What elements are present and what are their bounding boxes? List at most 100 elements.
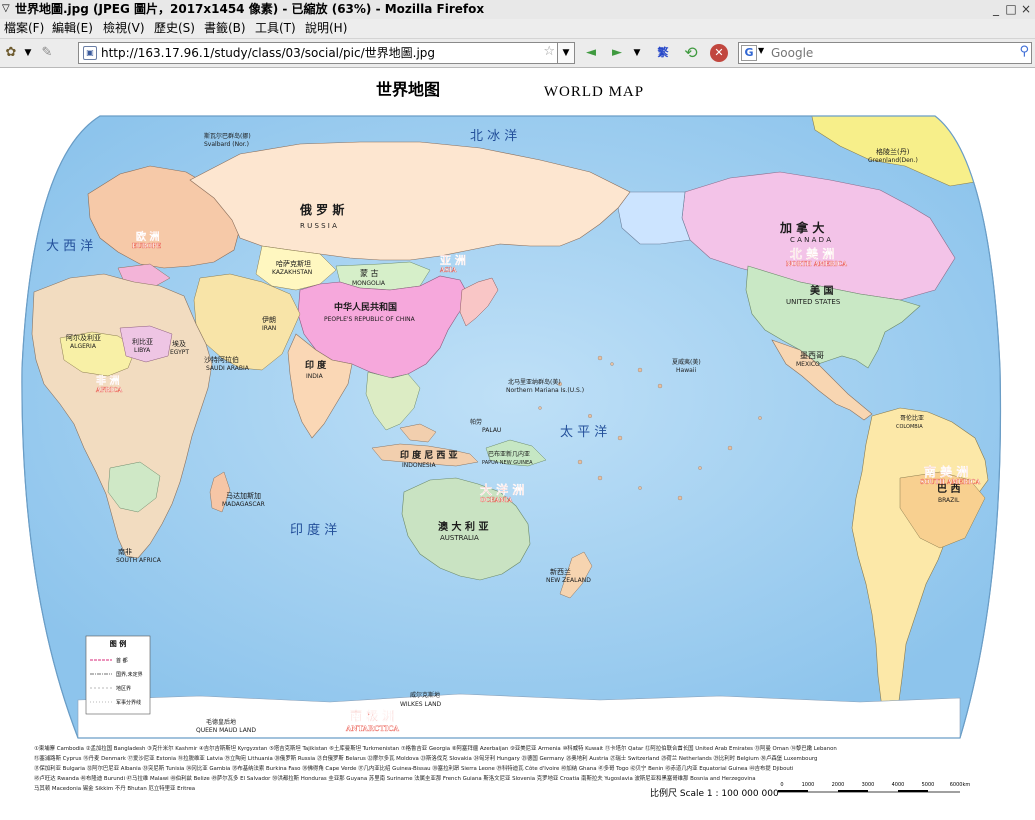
scale-tick-4000: 4000 [892,782,905,788]
label-algeria-en: ALGERIA [70,343,97,350]
menu-view[interactable]: 檢視(V) [103,21,145,36]
footnote-row-4: ㊺卢旺达 Rwanda ㊻布隆迪 Burundi ㊼马拉维 Malawi ㊽伯利… [34,774,756,782]
label-usa-cn: 美 国 [810,284,833,297]
forward-icon[interactable]: ► [608,45,626,61]
url-history-dropdown-icon[interactable]: ▼ [557,42,575,64]
label-egypt-en: EGYPT [170,349,189,356]
menu-bar: 檔案(F) 編輯(E) 檢視(V) 歷史(S) 書籤(B) 工具(T) 說明(H… [0,19,1035,39]
image-viewport: 世界地图 WORLD MAP 北 冰 洋 太 平 洋 大 西 洋 印 度 洋 俄… [0,68,1035,820]
scale-tick-5000: 5000 [922,782,935,788]
scale-tick-3000: 3000 [862,782,875,788]
label-antarctica-en: ANTARCTICA [345,724,400,733]
map-legend: 图 例 首 都 国界,未定界 地区界 军事分界线 [85,635,151,715]
reload-icon[interactable]: ⟲ [682,45,700,61]
label-mexico-en: MEXICO [796,361,820,368]
label-russia-en: R U S S I A [300,222,337,230]
label-svalbard-en: Svalbard (Nor.) [204,141,249,148]
label-mongolia-cn: 蒙 古 [360,268,379,278]
footnotes: ①柬埔寨 Cambodia ②孟加拉国 Bangladesh ③克什米尔 Kas… [34,744,837,792]
label-india-en: INDIA [306,373,324,380]
scale-tick-2000: 2000 [832,782,845,788]
label-china-en: PEOPLE'S REPUBLIC OF CHINA [324,316,416,323]
label-south-america-en: SOUTH AMERICA [920,479,980,486]
ocean-arctic-label: 北 冰 洋 [470,129,517,144]
search-input[interactable] [769,44,1013,62]
label-russia-cn: 俄 罗 斯 [299,202,344,217]
label-new-zealand-cn: 新西兰 [550,567,571,576]
menu-help[interactable]: 說明(H) [305,21,347,36]
label-australia-en: AUSTRALIA [440,534,479,542]
search-bar[interactable]: G ▼ ⚲ [738,42,1032,64]
url-text[interactable]: http://163.17.96.1/study/class/03/social… [101,45,435,61]
label-wilkes-en: WILKES LAND [400,701,442,708]
ocean-indian-label: 印 度 洋 [290,522,337,538]
label-new-zealand-en: NEW ZEALAND [546,577,591,584]
label-canada-en: C A N A D A [790,236,831,244]
scale-tick-1000: 1000 [802,782,815,788]
label-hawaii-cn: 夏威夷(美) [672,358,701,366]
addon-dropdown-icon[interactable]: ▼ [19,45,37,61]
label-australia-cn: 澳 大 利 亚 [438,520,488,533]
url-bar[interactable]: ▣ http://163.17.96.1/study/class/03/soci… [78,42,560,64]
minimize-button[interactable]: _ [989,2,1003,16]
addon-icon[interactable]: ✿ [2,45,20,61]
label-saudi-en: SAUDI ARABIA [206,365,250,372]
label-asia-cn: 亚 洲 [440,254,466,267]
label-egypt-cn: 埃及 [172,339,186,348]
menu-tools[interactable]: 工具(T) [255,21,296,36]
label-kazakhstan-en: KAZAKHSTAN [272,269,312,276]
scale-tick-0: 0 [780,782,783,788]
label-north-america-cn: 北 美 洲 [790,246,834,261]
forward-dropdown-icon[interactable]: ▼ [628,45,646,61]
scale-bar: 比例尺 Scale 1 : 100 000 000 0 1000 2000 30… [650,782,970,799]
map-title-en: WORLD MAP [544,84,644,100]
label-europe-cn: 欧 洲 [136,230,159,243]
label-oceania-cn: 大 洋 洲 [480,482,524,497]
page-favicon-icon: ▣ [83,46,97,60]
label-colombia-cn: 哥伦比亚 [900,414,924,422]
label-india-cn: 印 度 [305,359,327,371]
label-palau-cn: 帕劳 [470,418,482,426]
close-button[interactable]: × [1019,2,1033,16]
footnote-row-1: ①柬埔寨 Cambodia ②孟加拉国 Bangladesh ③克什米尔 Kas… [34,744,837,752]
label-china-cn: 中华人民共和国 [334,301,397,313]
label-antarctica-cn: 南 极 洲 [350,708,394,723]
label-north-america-en: NORTH AMERICA [786,261,847,268]
label-mexico-cn: 墨西哥 [800,351,824,360]
navigation-toolbar: ✿ ▼ ✎ ▣ http://163.17.96.1/study/class/0… [0,39,1035,68]
label-south-africa-en: SOUTH AFRICA [116,557,162,564]
tool-icon[interactable]: ✎ [38,45,56,61]
label-greenland-cn: 格陵兰(丹) [876,147,910,156]
label-mongolia-en: MONGOLIA [352,280,386,287]
label-kazakhstan-cn: 哈萨克斯坦 [276,259,311,268]
world-map-image[interactable]: 世界地图 WORLD MAP 北 冰 洋 太 平 洋 大 西 洋 印 度 洋 俄… [0,68,1035,820]
label-madagascar-cn: 马达加斯加 [226,491,261,500]
stop-icon[interactable]: ✕ [710,44,728,62]
scale-tick-6000: 6000km [950,782,971,788]
extension-icon[interactable]: 繁 [654,45,672,61]
legend-item-military: 军事分界线 [116,699,141,706]
label-oceania-en: OCEANIA [480,497,513,504]
label-south-america-cn: 南 美 洲 [924,464,968,479]
window-menu-icon[interactable]: ▽ [2,3,10,15]
engine-dropdown-icon[interactable]: ▼ [758,46,764,55]
label-brazil-en: BRAZIL [938,497,960,504]
label-papua-en: PAPUA NEW GUINEA [482,460,533,466]
label-svalbard-cn: 斯瓦尔巴群岛(挪) [204,132,251,140]
google-engine-icon[interactable]: G [741,45,757,61]
label-indonesia-cn: 印 度 尼 西 亚 [400,449,458,461]
search-icon[interactable]: ⚲ [1019,44,1029,59]
menu-edit[interactable]: 編輯(E) [52,21,93,36]
maximize-button[interactable]: □ [1004,2,1018,16]
menu-file[interactable]: 檔案(F) [4,21,44,36]
bookmark-star-icon[interactable]: ☆ [543,44,555,60]
footnote-row-3: ㉛保加利亚 Bulgaria ㉜阿尔巴尼亚 Albania ㉝突尼斯 Tunis… [34,764,793,772]
label-africa-cn: 非 洲 [96,374,119,387]
label-iran-en: IRAN [262,325,276,332]
back-icon[interactable]: ◄ [582,45,600,61]
menu-history[interactable]: 歷史(S) [154,21,195,36]
menu-bookmarks[interactable]: 書籤(B) [204,21,246,36]
label-asia-en: ASIA [439,267,457,274]
label-hawaii-en: Hawaii [676,367,696,374]
label-libya-en: LIBYA [134,347,151,354]
